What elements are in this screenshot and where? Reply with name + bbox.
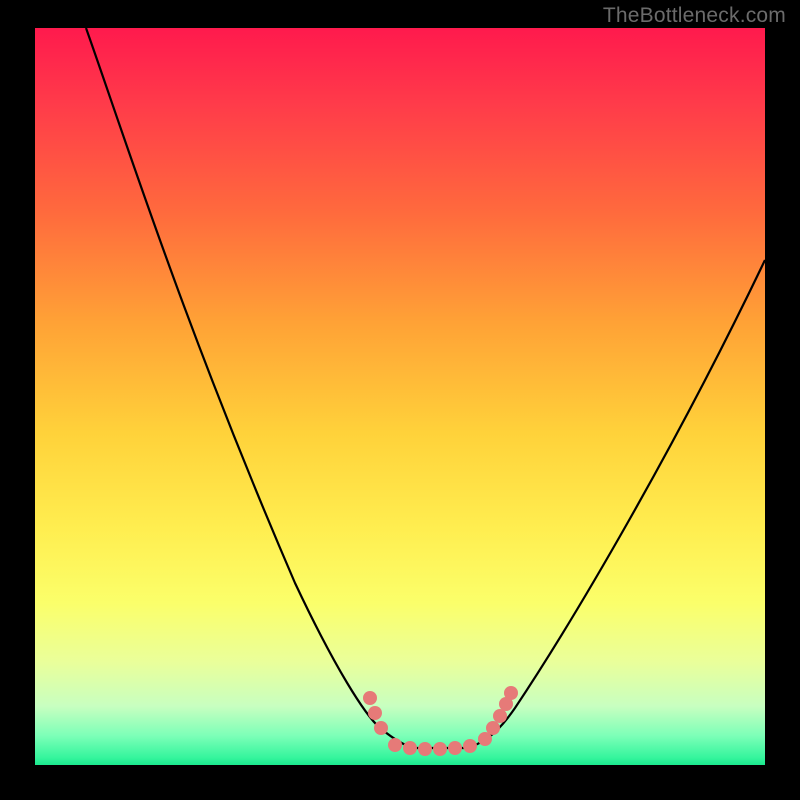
bottleneck-curve-svg — [35, 28, 765, 765]
plot-area — [35, 28, 765, 765]
bottleneck-curve — [86, 28, 765, 748]
valley-markers — [363, 686, 518, 756]
chart-frame: TheBottleneck.com — [0, 0, 800, 800]
watermark-text: TheBottleneck.com — [603, 4, 786, 28]
